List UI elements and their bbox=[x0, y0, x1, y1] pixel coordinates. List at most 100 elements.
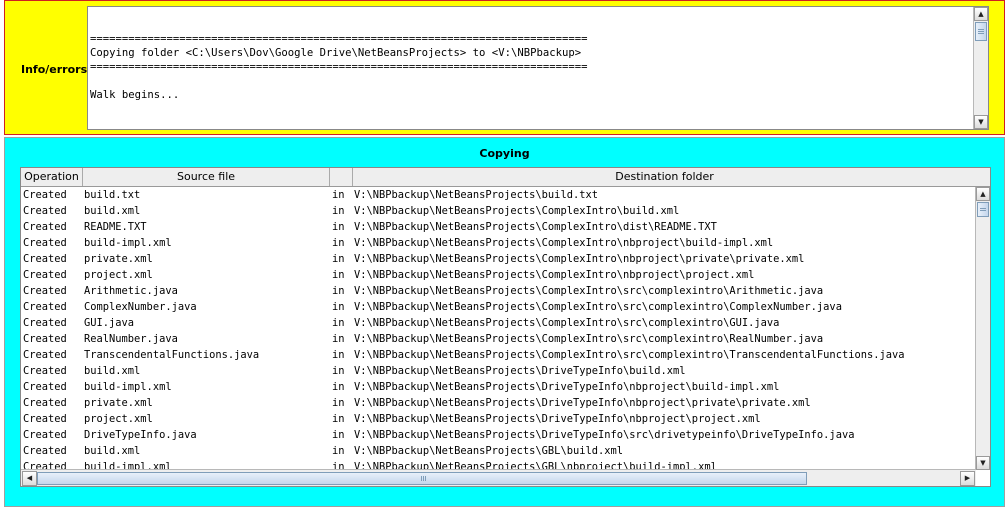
cell-source-file: README.TXT bbox=[84, 221, 147, 233]
copying-panel: Copying Operation Source file Destinatio… bbox=[4, 137, 1005, 507]
table-row[interactable]: Created project.xml in V:\NBPbackup\NetBean… bbox=[21, 411, 976, 427]
cell-operation: Created bbox=[23, 381, 67, 393]
cell-in: in bbox=[332, 413, 345, 425]
scroll-right-arrow-icon[interactable]: ▶ bbox=[960, 471, 975, 486]
info-log-line: Copying folder <C:\Users\Dov\Google Driv… bbox=[90, 47, 582, 59]
table-row[interactable]: Created GUI.java in V:\NBPbackup\NetBeansPr… bbox=[21, 315, 976, 331]
table-body: Created build.txt in V:\NBPbackup\NetBeansP… bbox=[21, 187, 976, 470]
info-text-area[interactable]: ========================================… bbox=[87, 6, 989, 130]
info-errors-label: Info/errors bbox=[21, 63, 88, 76]
cell-destination: V:\NBPbackup\NetBeansProjects\ComplexInt… bbox=[354, 317, 780, 329]
table-header-corner bbox=[975, 168, 990, 187]
cell-source-file: Arithmetic.java bbox=[84, 285, 178, 297]
column-header-destination-folder[interactable]: Destination folder bbox=[353, 168, 976, 186]
cell-destination: V:\NBPbackup\NetBeansProjects\ComplexInt… bbox=[354, 301, 842, 313]
scroll-left-arrow-icon[interactable]: ◀ bbox=[22, 471, 37, 486]
cell-source-file: build.xml bbox=[84, 365, 141, 377]
cell-destination: V:\NBPbackup\NetBeansProjects\ComplexInt… bbox=[354, 333, 824, 345]
cell-destination: V:\NBPbackup\NetBeansProjects\ComplexInt… bbox=[354, 285, 824, 297]
cell-operation: Created bbox=[23, 237, 67, 249]
cell-destination: V:\NBPbackup\NetBeansProjects\ComplexInt… bbox=[354, 205, 680, 217]
cell-in: in bbox=[332, 317, 345, 329]
table-row[interactable]: Created TranscendentalFunctions.java in V:\… bbox=[21, 347, 976, 363]
cell-destination: V:\NBPbackup\NetBeansProjects\ComplexInt… bbox=[354, 237, 774, 249]
table-vscroll-thumb[interactable] bbox=[977, 202, 989, 217]
cell-destination: V:\NBPbackup\NetBeansProjects\DriveTypeI… bbox=[354, 397, 811, 409]
column-header-source-file[interactable]: Source file bbox=[83, 168, 330, 186]
cell-operation: Created bbox=[23, 333, 67, 345]
table-row[interactable]: Created build.xml in V:\NBPbackup\NetBeansP… bbox=[21, 203, 976, 219]
info-scroll-thumb[interactable] bbox=[975, 22, 987, 41]
table-row[interactable]: Created README.TXT in V:\NBPbackup\NetBeans… bbox=[21, 219, 976, 235]
info-log-text: ========================================… bbox=[90, 7, 972, 129]
cell-in: in bbox=[332, 333, 345, 345]
cell-operation: Created bbox=[23, 317, 67, 329]
cell-operation: Created bbox=[23, 285, 67, 297]
table-row[interactable]: Created private.xml in V:\NBPbackup\NetBean… bbox=[21, 251, 976, 267]
cell-in: in bbox=[332, 365, 345, 377]
info-vertical-scrollbar[interactable]: ▲ ▼ bbox=[973, 7, 988, 129]
table-vertical-scrollbar[interactable]: ▲ ▼ bbox=[975, 187, 990, 470]
cell-destination: V:\NBPbackup\NetBeansProjects\ComplexInt… bbox=[354, 269, 755, 281]
cell-operation: Created bbox=[23, 349, 67, 361]
cell-operation: Created bbox=[23, 365, 67, 377]
cell-destination: V:\NBPbackup\NetBeansProjects\DriveTypeI… bbox=[354, 365, 686, 377]
copying-table[interactable]: Operation Source file Destination folder… bbox=[20, 167, 991, 487]
table-row[interactable]: Created DriveTypeInfo.java in V:\NBPbackup\… bbox=[21, 427, 976, 443]
table-row[interactable]: Created build.xml in V:\NBPbackup\NetBeansP… bbox=[21, 443, 976, 459]
scroll-down-arrow-icon[interactable]: ▼ bbox=[976, 456, 990, 470]
cell-operation: Created bbox=[23, 269, 67, 281]
cell-in: in bbox=[332, 429, 345, 441]
info-log-line: ========================================… bbox=[90, 33, 588, 45]
cell-in: in bbox=[332, 445, 345, 457]
scroll-down-arrow-icon[interactable]: ▼ bbox=[974, 115, 988, 129]
table-row[interactable]: Created ComplexNumber.java in V:\NBPbackup\… bbox=[21, 299, 976, 315]
table-hscroll-thumb[interactable] bbox=[37, 472, 807, 485]
cell-in: in bbox=[332, 189, 345, 201]
cell-operation: Created bbox=[23, 413, 67, 425]
cell-destination: V:\NBPbackup\NetBeansProjects\ComplexInt… bbox=[354, 349, 905, 361]
cell-destination: V:\NBPbackup\NetBeansProjects\DriveTypeI… bbox=[354, 413, 761, 425]
scroll-up-arrow-icon[interactable]: ▲ bbox=[974, 7, 988, 21]
cell-destination: V:\NBPbackup\NetBeansProjects\DriveTypeI… bbox=[354, 429, 855, 441]
table-row[interactable]: Created Arithmetic.java in V:\NBPbackup\Net… bbox=[21, 283, 976, 299]
cell-destination: V:\NBPbackup\NetBeansProjects\ComplexInt… bbox=[354, 221, 717, 233]
scroll-up-arrow-icon[interactable]: ▲ bbox=[976, 187, 990, 201]
table-horizontal-scrollbar[interactable]: ◀ ▶ bbox=[21, 469, 976, 486]
cell-source-file: RealNumber.java bbox=[84, 333, 178, 345]
cell-source-file: project.xml bbox=[84, 269, 153, 281]
info-errors-panel: Info/errors ============================… bbox=[4, 0, 1005, 135]
cell-source-file: private.xml bbox=[84, 397, 153, 409]
cell-in: in bbox=[332, 301, 345, 313]
cell-in: in bbox=[332, 221, 345, 233]
table-row[interactable]: Created private.xml in V:\NBPbackup\NetBean… bbox=[21, 395, 976, 411]
cell-source-file: TranscendentalFunctions.java bbox=[84, 349, 260, 361]
table-row[interactable]: Created RealNumber.java in V:\NBPbackup\Net… bbox=[21, 331, 976, 347]
copying-title: Copying bbox=[479, 147, 530, 160]
cell-destination: V:\NBPbackup\NetBeansProjects\build.txt bbox=[354, 189, 598, 201]
cell-source-file: private.xml bbox=[84, 253, 153, 265]
cell-in: in bbox=[332, 381, 345, 393]
table-header: Operation Source file Destination folder bbox=[21, 168, 976, 187]
cell-in: in bbox=[332, 269, 345, 281]
table-row[interactable]: Created build.xml in V:\NBPbackup\NetBeansP… bbox=[21, 363, 976, 379]
info-log-line: ========================================… bbox=[90, 61, 588, 73]
cell-operation: Created bbox=[23, 221, 67, 233]
cell-destination: V:\NBPbackup\NetBeansProjects\DriveTypeI… bbox=[354, 381, 780, 393]
cell-in: in bbox=[332, 397, 345, 409]
cell-source-file: build.xml bbox=[84, 445, 141, 457]
table-row[interactable]: Created project.xml in V:\NBPbackup\NetBean… bbox=[21, 267, 976, 283]
cell-destination: V:\NBPbackup\NetBeansProjects\ComplexInt… bbox=[354, 253, 805, 265]
table-row[interactable]: Created build-impl.xml in V:\NBPbackup\NetB… bbox=[21, 235, 976, 251]
cell-operation: Created bbox=[23, 301, 67, 313]
cell-source-file: GUI.java bbox=[84, 317, 135, 329]
cell-operation: Created bbox=[23, 429, 67, 441]
cell-in: in bbox=[332, 205, 345, 217]
table-row[interactable]: Created build.txt in V:\NBPbackup\NetBeansP… bbox=[21, 187, 976, 203]
column-header-in[interactable] bbox=[330, 168, 353, 186]
cell-operation: Created bbox=[23, 445, 67, 457]
cell-operation: Created bbox=[23, 253, 67, 265]
table-row[interactable]: Created build-impl.xml in V:\NBPbackup\NetB… bbox=[21, 379, 976, 395]
info-log-line: Walk begins... bbox=[90, 89, 180, 101]
column-header-operation[interactable]: Operation bbox=[21, 168, 83, 186]
